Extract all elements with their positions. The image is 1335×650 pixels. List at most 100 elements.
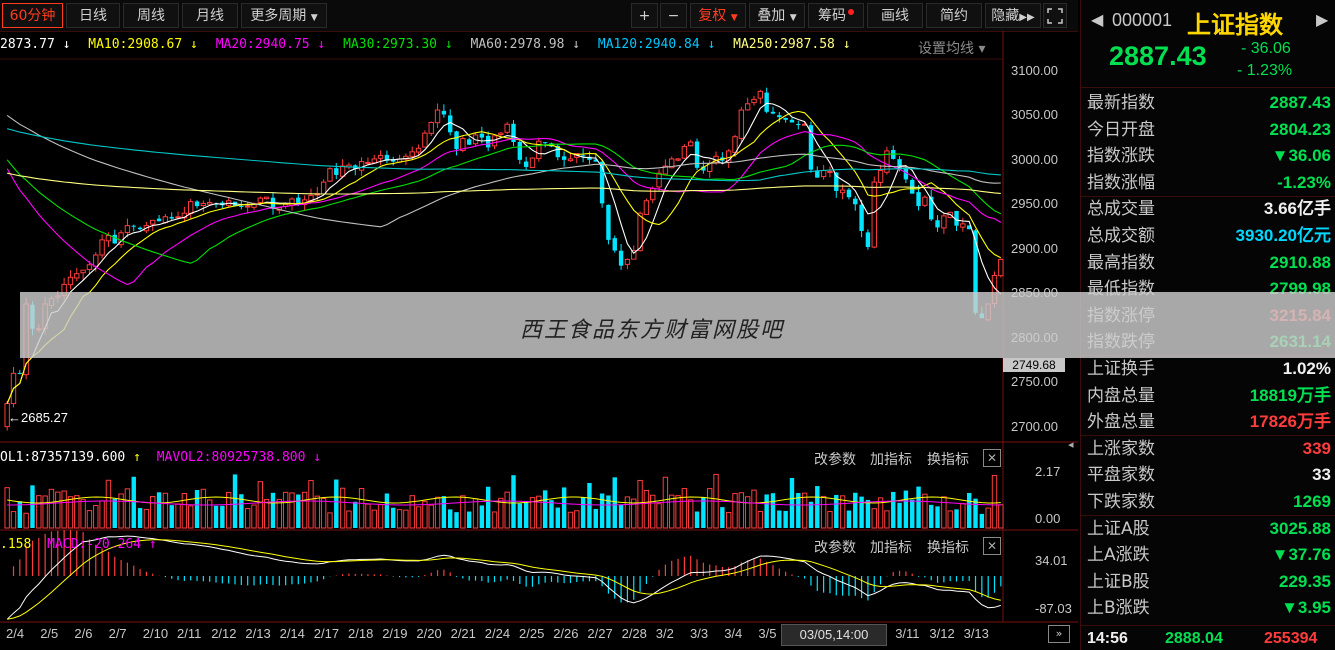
volume-bar-down: [561, 487, 567, 528]
prev-stock-button[interactable]: ◀: [1091, 10, 1103, 29]
time-tick-label: 2/12: [211, 626, 237, 641]
volume-add-indicator-button[interactable]: 加指标: [870, 449, 912, 469]
candle-body-down: [612, 238, 617, 251]
macd-edit-params-button[interactable]: 改参数: [814, 537, 856, 557]
volume-bar-up: [415, 506, 422, 529]
volume-bar-down: [929, 504, 934, 528]
volume-bar-down: [555, 507, 560, 528]
ma250-line: [7, 172, 1001, 195]
candle-body-up: [67, 276, 74, 286]
volume-bar-down: [194, 490, 200, 528]
volume-close-icon[interactable]: ✕: [983, 449, 1001, 467]
volume-bar-up: [4, 487, 10, 529]
quote-row-label: 最新指数: [1087, 93, 1155, 113]
volume-bar-up: [643, 489, 650, 529]
candle-body-up: [922, 196, 928, 206]
candle-body-up: [820, 170, 827, 178]
volume-bar-down: [935, 506, 940, 528]
time-tick-label: 2/11: [177, 626, 202, 641]
volume-ytick-max: 2.17: [1035, 464, 1061, 479]
candle-body-up: [377, 154, 384, 159]
volume-bar-up: [371, 509, 377, 529]
time-tick-label: 3/4: [724, 626, 743, 641]
volume-bar-down: [479, 505, 485, 528]
candle-body-up: [150, 219, 156, 225]
volume-bar-down: [131, 476, 136, 528]
volume-bar-up: [985, 507, 991, 529]
vol1-value: OL1:87357139.600: [0, 450, 126, 465]
macd-switch-indicator-button[interactable]: 换指标: [927, 537, 969, 557]
volume-bar-down: [384, 493, 390, 528]
price-tick-label: 2950.00: [1011, 196, 1058, 212]
candle-body-down: [606, 204, 611, 240]
volume-bar-up: [99, 500, 105, 529]
volume-bar-down: [846, 510, 852, 528]
volume-bar-down: [973, 498, 978, 528]
volume-bar-up: [472, 498, 479, 529]
price-tick-label: 3100.00: [1011, 62, 1058, 78]
volume-bar-up: [688, 499, 694, 529]
quote-row-value: ▼37.76: [1271, 545, 1331, 565]
quote-row-label: 上B涨跌: [1087, 598, 1150, 619]
volume-bar-up: [251, 504, 257, 529]
quote-row: 下跌家数 1269: [1087, 489, 1331, 515]
volume-bar-up: [320, 498, 327, 529]
volume-bar-up: [308, 480, 314, 529]
quote-row-value: 3.66亿手: [1263, 199, 1331, 219]
price-tick-label: 3050.00: [1011, 107, 1058, 123]
macd-add-indicator-button[interactable]: 加指标: [870, 537, 912, 557]
candle-body-up: [105, 234, 112, 242]
volume-bar-up: [732, 493, 738, 529]
volume-bar-down: [612, 477, 617, 528]
triangle-right-icon: ▶: [1316, 10, 1329, 29]
candle-body-up: [188, 201, 194, 214]
volume-ma1-line: [7, 496, 1001, 504]
quote-row: 上涨家数 339: [1087, 436, 1331, 462]
candle-body-up: [650, 187, 656, 201]
volume-switch-indicator-button[interactable]: 换指标: [927, 449, 969, 469]
time-tick-label: 2/24: [484, 626, 511, 641]
quote-row-value: -1.23%: [1277, 172, 1331, 192]
candle-body-up: [365, 162, 371, 165]
quote-row-label: 上证换手: [1087, 359, 1155, 379]
watermark-text: 西王食品东方财富网股吧: [520, 318, 785, 343]
candle-body-down: [916, 192, 921, 207]
volume-bar-down: [859, 496, 864, 528]
candle-body-up: [491, 135, 498, 147]
candle-body-up: [681, 145, 688, 159]
volume-bar-up: [422, 500, 428, 529]
volume-bar-up: [36, 495, 42, 529]
scroll-right-button[interactable]: »: [1048, 625, 1070, 643]
tick-price: 2888.04: [1165, 630, 1223, 647]
ma60-line: [6, 114, 1001, 228]
macd-close-icon[interactable]: ✕: [983, 537, 1001, 555]
volume-bar-up: [42, 495, 48, 529]
quote-row-value: 339: [1302, 438, 1331, 458]
quote-row-label: 总成交量: [1087, 199, 1155, 220]
time-tick-label: 2/4: [6, 626, 25, 641]
candle-body-up: [941, 215, 947, 229]
candle-body-up: [327, 168, 333, 182]
quote-row: 最新指数 2887.43: [1087, 90, 1331, 116]
divider: [1081, 625, 1335, 626]
stock-code: 000001: [1112, 10, 1173, 30]
volume-ytick-zero: 0.00: [1035, 511, 1061, 526]
volume-bar-up: [67, 496, 74, 529]
next-stock-button[interactable]: ▶: [1316, 10, 1328, 29]
volume-bar-down: [694, 511, 700, 528]
quote-row: 上证B股 229.35: [1087, 569, 1331, 595]
volume-edit-params-button[interactable]: 改参数: [814, 449, 856, 469]
low-value: 2685.27: [21, 410, 68, 425]
candle-body-up: [86, 264, 93, 271]
panel-collapse-handle[interactable]: ◂: [1068, 438, 1078, 458]
volume-bar-down: [448, 509, 453, 528]
volume-bar-up: [801, 492, 808, 529]
quote-row-label: 指数涨幅: [1087, 172, 1155, 193]
triangle-left-icon: ◀: [1091, 10, 1104, 29]
volume-bar-up: [48, 488, 55, 529]
volume-bar-up: [124, 488, 131, 529]
volume-bar-down: [353, 501, 358, 528]
volume-bar-up: [396, 509, 403, 529]
candle-body-up: [529, 157, 536, 169]
candle-body-up: [428, 121, 434, 134]
